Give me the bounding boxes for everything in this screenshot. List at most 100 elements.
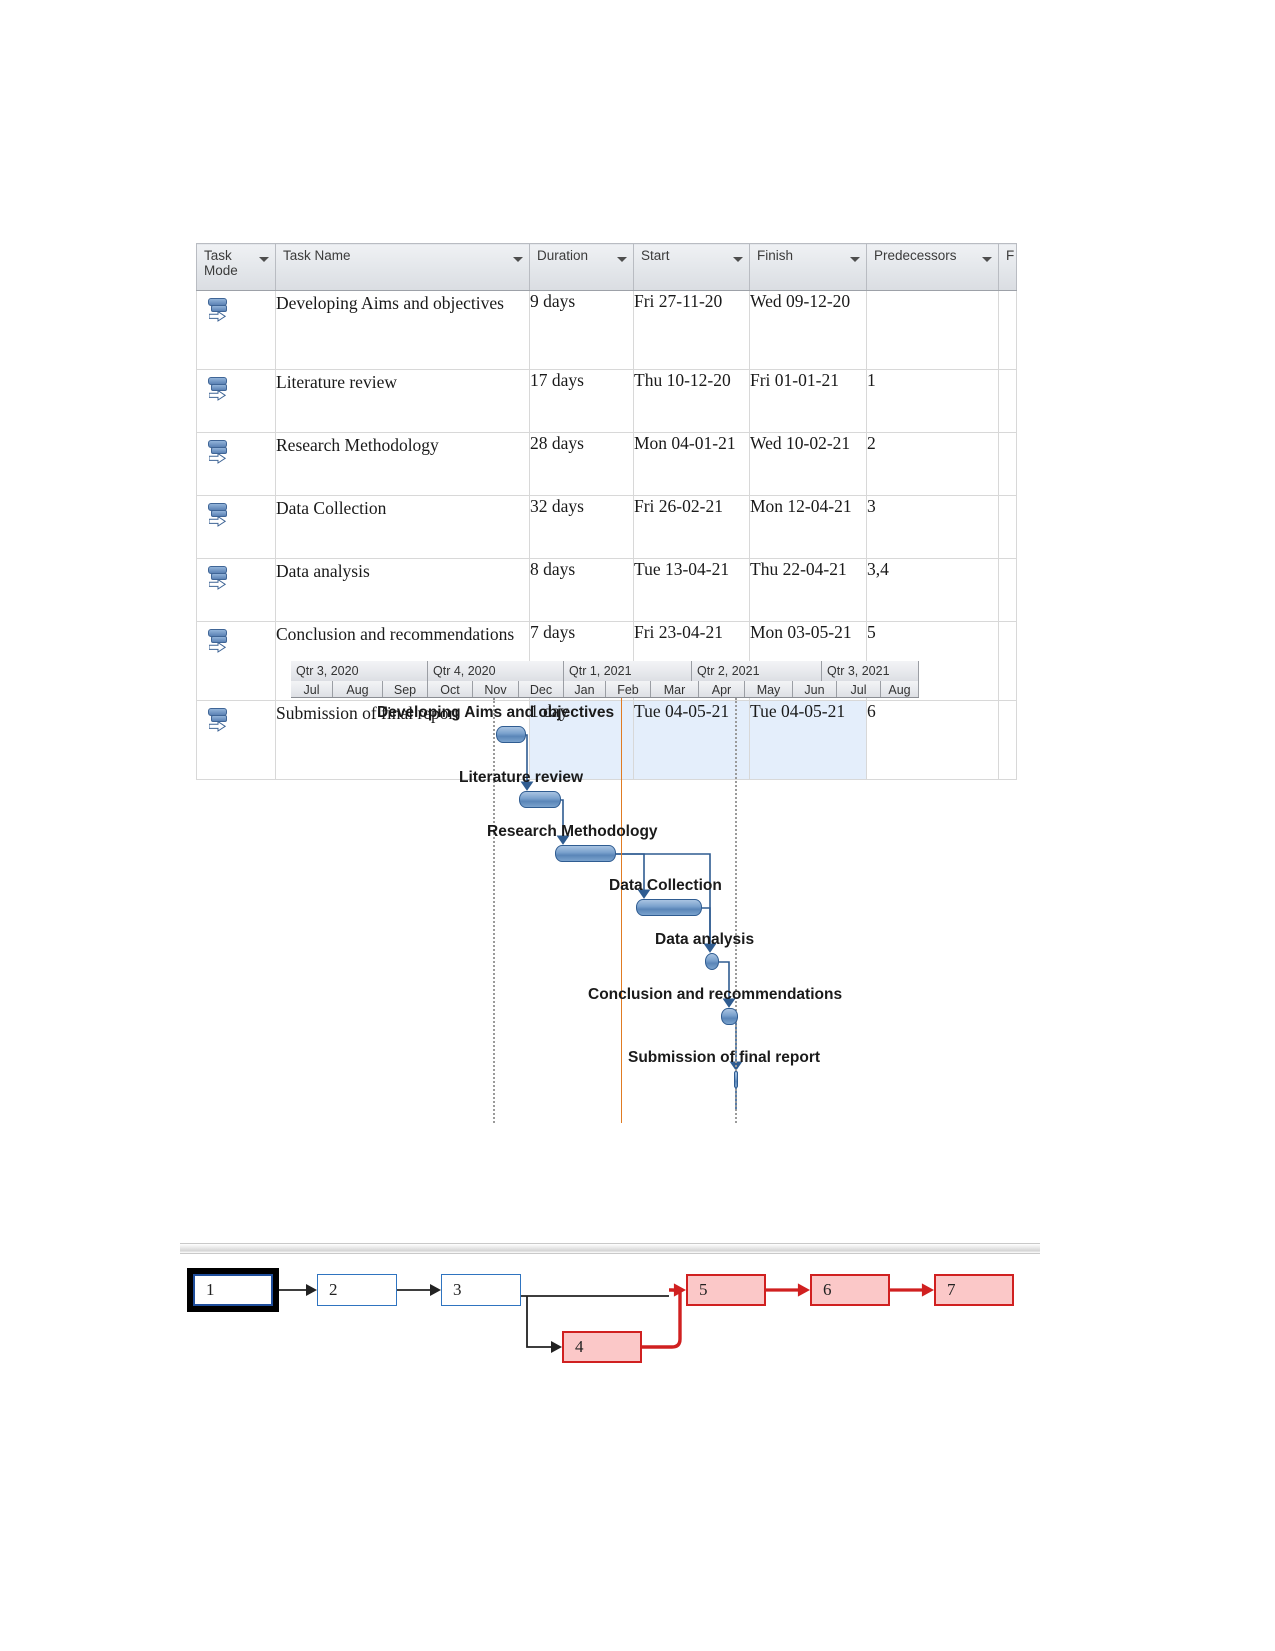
cell-extra[interactable] (998, 369, 1017, 433)
cell-finish[interactable]: Wed 09-12-20 (749, 290, 867, 370)
cell-extra[interactable] (998, 621, 1017, 701)
cell-predecessors[interactable]: 3,4 (866, 558, 999, 622)
manually-scheduled-icon[interactable] (207, 503, 233, 529)
table-row[interactable]: Literature review 17 days Thu 10-12-20 Fri … (196, 369, 1017, 433)
cell-start[interactable]: Fri 26-02-21 (633, 495, 750, 559)
column-header-task-name[interactable]: Task Name (275, 243, 530, 291)
column-header-finish[interactable]: Finish (749, 243, 867, 291)
gantt-bar[interactable] (496, 726, 526, 743)
month-header-cell: Feb (606, 681, 651, 698)
cell-task-name[interactable]: Literature review (275, 369, 530, 433)
cell-duration[interactable]: 8 days (529, 558, 634, 622)
cell-extra[interactable] (998, 290, 1017, 370)
chevron-down-icon[interactable] (617, 257, 627, 262)
manually-scheduled-icon[interactable] (207, 298, 233, 324)
cell-task-mode[interactable] (196, 290, 276, 370)
cell-task-name[interactable]: Research Methodology (275, 432, 530, 496)
cell-task-mode[interactable] (196, 621, 276, 701)
cell-task-name[interactable]: Developing Aims and objectives (275, 290, 530, 370)
network-node-label: 3 (453, 1280, 462, 1299)
month-header-cell: Aug (333, 681, 383, 698)
network-node-3[interactable]: 3 (441, 1274, 521, 1306)
chevron-down-icon[interactable] (733, 257, 743, 262)
month-header-cell: Jun (793, 681, 837, 698)
network-node-5[interactable]: 5 (686, 1274, 766, 1306)
cell-duration[interactable]: 28 days (529, 432, 634, 496)
cell-duration[interactable]: 9 days (529, 290, 634, 370)
chevron-down-icon[interactable] (513, 257, 523, 262)
cell-task-mode[interactable] (196, 700, 276, 780)
cell-finish[interactable]: Thu 22-04-21 (749, 558, 867, 622)
cell-task-name[interactable]: Data analysis (275, 558, 530, 622)
column-header-task-mode[interactable]: Task Mode (196, 243, 276, 291)
cell-extra[interactable] (998, 558, 1017, 622)
column-header-duration[interactable]: Duration (529, 243, 634, 291)
cell-extra[interactable] (998, 700, 1017, 780)
gantt-bar[interactable] (636, 899, 702, 916)
table-row[interactable]: Data analysis 8 days Tue 13-04-21 Thu 22-04… (196, 558, 1017, 622)
cell-start[interactable]: Mon 04-01-21 (633, 432, 750, 496)
manually-scheduled-icon[interactable] (207, 566, 233, 592)
quarter-header-cell: Qtr 3, 2020 (291, 661, 428, 681)
cell-predecessors[interactable]: 1 (866, 369, 999, 433)
cell-start[interactable]: Tue 13-04-21 (633, 558, 750, 622)
cell-start[interactable]: Fri 27-11-20 (633, 290, 750, 370)
gantt-chart: Qtr 3, 2020 Qtr 4, 2020 Qtr 1, 2021 Qtr 2, … (291, 661, 919, 1123)
manually-scheduled-icon[interactable] (207, 377, 233, 403)
cell-extra[interactable] (998, 432, 1017, 496)
network-node-label: 4 (575, 1337, 584, 1356)
cell-task-mode[interactable] (196, 369, 276, 433)
column-header-label: Predecessors (874, 248, 957, 263)
gantt-bar-label: Developing Aims and objectives (377, 704, 615, 721)
cell-task-mode[interactable] (196, 495, 276, 559)
gantt-plot-area: Developing Aims and objectives Literature… (291, 698, 919, 1123)
chevron-down-icon[interactable] (982, 257, 992, 262)
gantt-bar[interactable] (721, 1008, 738, 1025)
network-node-2[interactable]: 2 (317, 1274, 397, 1306)
month-header-cell: May (745, 681, 793, 698)
cell-predecessors[interactable]: 3 (866, 495, 999, 559)
month-header-cell: Oct (428, 681, 473, 698)
chevron-down-icon[interactable] (850, 257, 860, 262)
cell-finish[interactable]: Fri 01-01-21 (749, 369, 867, 433)
quarter-header-cell: Qtr 1, 2021 (564, 661, 692, 681)
column-header-label: Duration (537, 248, 589, 263)
manually-scheduled-icon[interactable] (207, 440, 233, 466)
cell-duration[interactable]: 17 days (529, 369, 634, 433)
cell-predecessors[interactable]: 2 (866, 432, 999, 496)
network-node-label: 5 (699, 1280, 708, 1299)
cell-task-name[interactable]: Data Collection (275, 495, 530, 559)
gantt-bar[interactable] (734, 1071, 738, 1088)
gantt-bar[interactable] (555, 845, 616, 862)
gantt-bar-label: Data analysis (655, 931, 755, 948)
month-header-cell: Jul (837, 681, 881, 698)
gantt-bar[interactable] (519, 791, 561, 808)
gantt-bar[interactable] (705, 953, 719, 970)
gantt-timeline-header: Qtr 3, 2020 Qtr 4, 2020 Qtr 1, 2021 Qtr 2, … (291, 661, 919, 698)
column-header-label: Task Name (283, 248, 351, 263)
column-header-predecessors[interactable]: Predecessors (866, 243, 999, 291)
network-node-6[interactable]: 6 (810, 1274, 890, 1306)
table-row[interactable]: Research Methodology 28 days Mon 04-01-21 W… (196, 432, 1017, 496)
column-header-extra[interactable]: F (998, 243, 1017, 291)
progress-marker-line (493, 698, 495, 1123)
chevron-down-icon[interactable] (259, 257, 269, 262)
manually-scheduled-icon[interactable] (207, 708, 233, 734)
cell-start[interactable]: Thu 10-12-20 (633, 369, 750, 433)
network-node-4[interactable]: 4 (562, 1331, 642, 1363)
network-arrow-5-6 (797, 1283, 810, 1297)
column-header-start[interactable]: Start (633, 243, 750, 291)
network-node-7[interactable]: 7 (934, 1274, 1014, 1306)
cell-finish[interactable]: Wed 10-02-21 (749, 432, 867, 496)
column-header-label: Start (641, 248, 670, 263)
cell-task-mode[interactable] (196, 432, 276, 496)
cell-finish[interactable]: Mon 12-04-21 (749, 495, 867, 559)
cell-predecessors[interactable] (866, 290, 999, 370)
cell-extra[interactable] (998, 495, 1017, 559)
cell-task-mode[interactable] (196, 558, 276, 622)
cell-duration[interactable]: 32 days (529, 495, 634, 559)
network-node-1[interactable]: 1 (187, 1268, 279, 1312)
table-row[interactable]: Developing Aims and objectives 9 days Fri … (196, 290, 1017, 370)
manually-scheduled-icon[interactable] (207, 629, 233, 655)
table-row[interactable]: Data Collection 32 days Fri 26-02-21 Mon 12… (196, 495, 1017, 559)
